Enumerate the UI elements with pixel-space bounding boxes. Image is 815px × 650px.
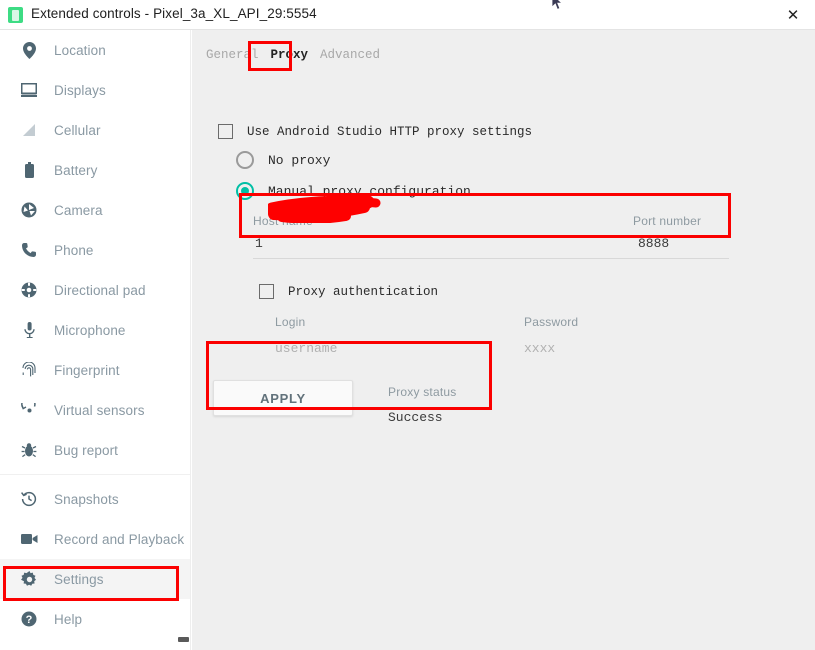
host-name-underline — [253, 258, 691, 259]
sidebar-item-phone[interactable]: Phone — [0, 230, 190, 270]
sidebar-item-label: Microphone — [54, 322, 126, 338]
sidebar-item-displays[interactable]: Displays — [0, 70, 190, 110]
sidebar-item-label: Battery — [54, 162, 98, 178]
sidebar-item-label: Snapshots — [54, 491, 119, 507]
sidebar-item-label: Camera — [54, 202, 103, 218]
sidebar-item-label: Cellular — [54, 122, 101, 138]
bug-icon — [14, 442, 44, 458]
sidebar-item-label: Location — [54, 42, 106, 58]
sidebar-item-microphone[interactable]: Microphone — [0, 310, 190, 350]
proxy-authentication-checkbox[interactable]: Proxy authentication — [259, 284, 438, 299]
virtual-sensors-icon — [14, 402, 44, 418]
video-camera-icon — [14, 533, 44, 545]
proxy-status-label: Proxy status — [388, 385, 457, 399]
monitor-icon — [14, 83, 44, 97]
radio-no-proxy[interactable]: No proxy — [236, 151, 330, 169]
sidebar[interactable]: Location Displays Cellular Battery Camer… — [0, 30, 191, 650]
tab-proxy[interactable]: Proxy — [265, 47, 315, 63]
login-input[interactable]: username — [275, 341, 337, 356]
sidebar-divider — [0, 474, 190, 475]
use-android-studio-proxy-checkbox[interactable]: Use Android Studio HTTP proxy settings — [218, 124, 532, 139]
port-number-input[interactable]: 8888 — [638, 236, 669, 251]
android-device-icon — [8, 7, 23, 23]
sidebar-item-camera[interactable]: Camera — [0, 190, 190, 230]
sidebar-item-location[interactable]: Location — [0, 30, 190, 70]
proxy-status-value: Success — [388, 410, 443, 425]
radio-manual-proxy-label: Manual proxy configuration — [268, 183, 471, 199]
fingerprint-icon — [14, 361, 44, 379]
host-name-input[interactable]: 1 — [255, 236, 263, 251]
radio-no-proxy-label: No proxy — [268, 152, 331, 168]
sidebar-item-battery[interactable]: Battery — [0, 150, 190, 190]
radio-circle-selected — [236, 182, 254, 200]
port-number-label: Port number — [633, 214, 702, 228]
help-circle-icon: ? — [14, 611, 44, 627]
sidebar-item-help[interactable]: ? Help — [0, 599, 190, 639]
gear-icon — [14, 570, 44, 588]
settings-tab-bar[interactable]: General Proxy Advanced — [200, 47, 386, 63]
sidebar-item-label: Help — [54, 611, 83, 627]
proxy-settings-panel: General Proxy Advanced Use Android Studi… — [192, 30, 815, 650]
sidebar-item-fingerprint[interactable]: Fingerprint — [0, 350, 190, 390]
port-number-underline — [633, 258, 729, 259]
sidebar-item-directional-pad[interactable]: Directional pad — [0, 270, 190, 310]
title-bar: Extended controls - Pixel_3a_XL_API_29:5… — [0, 0, 815, 30]
radio-circle — [236, 151, 254, 169]
sidebar-scrollbar-nub[interactable] — [178, 637, 189, 642]
sidebar-item-virtual-sensors[interactable]: Virtual sensors — [0, 390, 190, 430]
use-android-studio-proxy-label: Use Android Studio HTTP proxy settings — [247, 124, 533, 139]
apply-button[interactable]: APPLY — [213, 380, 353, 416]
sidebar-item-label: Displays — [54, 82, 106, 98]
tab-advanced[interactable]: Advanced — [314, 47, 386, 63]
host-name-label: Host name — [253, 214, 313, 228]
sidebar-item-label: Directional pad — [54, 282, 146, 298]
checkbox-box — [218, 124, 233, 139]
sidebar-item-cellular[interactable]: Cellular — [0, 110, 190, 150]
microphone-icon — [14, 322, 44, 338]
camera-aperture-icon — [14, 202, 44, 218]
signal-bars-icon — [14, 123, 44, 137]
password-label: Password — [524, 315, 579, 329]
sidebar-item-snapshots[interactable]: Snapshots — [0, 479, 190, 519]
sidebar-item-label: Bug report — [54, 442, 119, 458]
sidebar-item-label: Virtual sensors — [54, 402, 145, 418]
password-input[interactable]: xxxx — [524, 341, 555, 356]
sidebar-item-settings[interactable]: Settings — [0, 559, 190, 599]
battery-icon — [14, 162, 44, 178]
history-clock-icon — [14, 491, 44, 507]
sidebar-item-label: Phone — [54, 242, 94, 258]
checkbox-box — [259, 284, 274, 299]
phone-handset-icon — [14, 242, 44, 258]
sidebar-item-label: Settings — [54, 571, 104, 587]
tab-general[interactable]: General — [200, 47, 265, 63]
sidebar-item-label: Fingerprint — [54, 362, 120, 378]
dpad-icon — [14, 282, 44, 298]
svg-text:?: ? — [26, 614, 33, 626]
sidebar-item-bug-report[interactable]: Bug report — [0, 430, 190, 470]
proxy-authentication-label: Proxy authentication — [288, 284, 439, 299]
extended-controls-window: Extended controls - Pixel_3a_XL_API_29:5… — [0, 0, 815, 650]
login-label: Login — [275, 315, 306, 329]
radio-manual-proxy-configuration[interactable]: Manual proxy configuration — [236, 182, 471, 200]
sidebar-item-record-and-playback[interactable]: Record and Playback — [0, 519, 190, 559]
location-pin-icon — [14, 41, 44, 59]
window-title: Extended controls - Pixel_3a_XL_API_29:5… — [31, 6, 317, 21]
sidebar-item-label: Record and Playback — [54, 531, 185, 547]
close-icon[interactable]: ✕ — [771, 0, 815, 29]
